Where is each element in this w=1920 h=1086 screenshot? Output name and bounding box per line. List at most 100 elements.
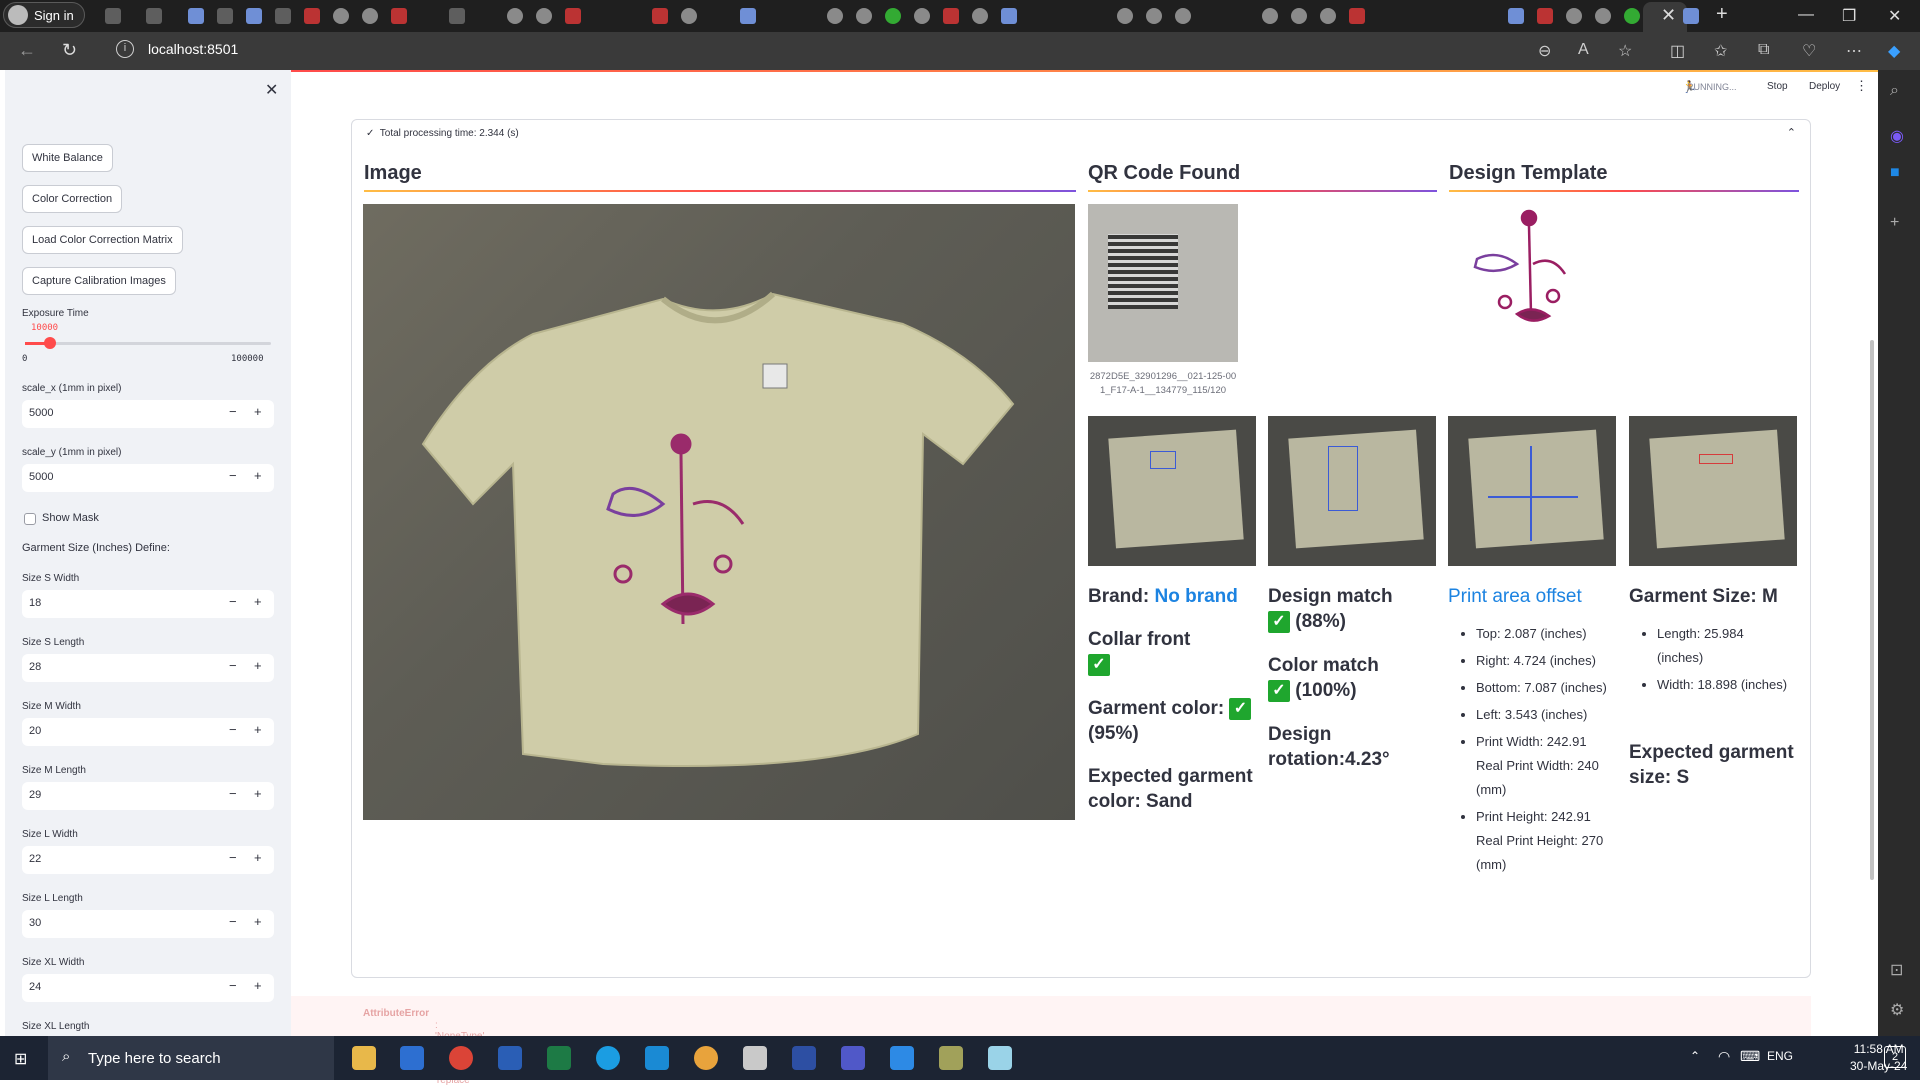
decrement-icon[interactable]: − xyxy=(229,914,237,929)
main-menu-icon[interactable]: ⋮ xyxy=(1855,78,1868,94)
add-sidebar-icon[interactable]: + xyxy=(1890,214,1908,232)
minimize-icon[interactable]: — xyxy=(1798,6,1814,24)
tab-icon[interactable] xyxy=(565,8,581,24)
browser-essentials-icon[interactable]: ♡ xyxy=(1802,41,1816,61)
app-icon[interactable] xyxy=(743,1046,767,1070)
favorite-star-icon[interactable]: ☆ xyxy=(1618,41,1632,61)
tab-icon[interactable] xyxy=(1175,8,1191,24)
app-icon[interactable] xyxy=(498,1046,522,1070)
tab-icon[interactable] xyxy=(1508,8,1524,24)
white-balance-button[interactable]: White Balance xyxy=(22,144,113,172)
sidebar-settings-icon[interactable]: ⚙ xyxy=(1890,1000,1908,1019)
tab-icon[interactable] xyxy=(275,8,291,24)
tab-icon[interactable] xyxy=(972,8,988,24)
windows-start-icon[interactable]: ⊞ xyxy=(14,1049,27,1069)
file-explorer-icon[interactable] xyxy=(352,1046,376,1070)
decrement-icon[interactable]: − xyxy=(229,722,237,737)
tab-icon[interactable] xyxy=(333,8,349,24)
tab-icon[interactable] xyxy=(1146,8,1162,24)
increment-icon[interactable]: + xyxy=(254,914,262,929)
tab-icon[interactable] xyxy=(449,8,465,24)
edge-icon[interactable] xyxy=(596,1046,620,1070)
taskbar-search[interactable]: ⌕ Type here to search xyxy=(48,1036,334,1080)
tab-icon[interactable] xyxy=(1291,8,1307,24)
decrement-icon[interactable]: − xyxy=(229,404,237,419)
exposure-slider-thumb[interactable] xyxy=(43,337,56,349)
tab-icon[interactable] xyxy=(652,8,668,24)
scrollbar[interactable] xyxy=(1870,340,1874,880)
tab-icon[interactable] xyxy=(1262,8,1278,24)
chevron-up-icon[interactable]: ⌃ xyxy=(1690,1049,1700,1063)
tab-icon[interactable] xyxy=(1537,8,1553,24)
tab-icon[interactable] xyxy=(1117,8,1133,24)
active-tab[interactable]: ✕ xyxy=(1643,2,1687,32)
restore-icon[interactable]: ❐ xyxy=(1842,6,1856,26)
stop-button[interactable]: Stop xyxy=(1767,81,1788,92)
tab-icon[interactable] xyxy=(246,8,262,24)
refresh-icon[interactable]: ↻ xyxy=(62,40,77,61)
increment-icon[interactable]: + xyxy=(254,404,262,419)
app-icon[interactable] xyxy=(890,1046,914,1070)
decrement-icon[interactable]: − xyxy=(229,978,237,993)
sign-in-button[interactable]: Sign in xyxy=(3,2,85,28)
tab-icon[interactable] xyxy=(188,8,204,24)
tab-icon[interactable] xyxy=(856,8,872,24)
app-icon[interactable] xyxy=(988,1046,1012,1070)
store-icon[interactable] xyxy=(400,1046,424,1070)
back-icon[interactable]: ← xyxy=(18,40,36,61)
read-aloud-icon[interactable]: A xyxy=(1578,41,1589,59)
split-screen-icon[interactable]: ◫ xyxy=(1670,41,1685,61)
capture-calibration-images-button[interactable]: Capture Calibration Images xyxy=(22,267,176,295)
increment-icon[interactable]: + xyxy=(254,722,262,737)
tab-icon[interactable] xyxy=(914,8,930,24)
tab-icon[interactable] xyxy=(885,8,901,24)
tab-icon[interactable] xyxy=(1566,8,1582,24)
vscode-icon[interactable] xyxy=(645,1046,669,1070)
decrement-icon[interactable]: − xyxy=(229,468,237,483)
url-field[interactable]: localhost:8501 xyxy=(148,41,238,57)
decrement-icon[interactable]: − xyxy=(229,786,237,801)
settings-more-icon[interactable]: ⋯ xyxy=(1846,41,1862,61)
tab-icon[interactable] xyxy=(740,8,756,24)
show-mask-checkbox[interactable] xyxy=(24,513,36,525)
workspaces-icon[interactable] xyxy=(105,8,121,24)
tab-actions-icon[interactable] xyxy=(146,8,162,24)
increment-icon[interactable]: + xyxy=(254,786,262,801)
increment-icon[interactable]: + xyxy=(254,594,262,609)
close-sidebar-icon[interactable]: ✕ xyxy=(265,80,278,100)
color-correction-button[interactable]: Color Correction xyxy=(22,185,123,213)
close-tab-icon[interactable]: ✕ xyxy=(1661,5,1676,26)
size-s-width-input[interactable]: 18 − + xyxy=(22,590,274,618)
decrement-icon[interactable]: − xyxy=(229,658,237,673)
size-s-length-input[interactable]: 28 − + xyxy=(22,654,274,682)
size-l-width-input[interactable]: 22 − + xyxy=(22,846,274,874)
search-icon[interactable]: ⌕ xyxy=(1890,82,1908,100)
size-l-length-input[interactable]: 30 − + xyxy=(22,910,274,938)
deploy-button[interactable]: Deploy xyxy=(1809,81,1840,92)
collections-icon[interactable]: ⧉ xyxy=(1758,41,1769,59)
tab-icon[interactable] xyxy=(1320,8,1336,24)
increment-icon[interactable]: + xyxy=(254,850,262,865)
size-xl-width-input[interactable]: 24 − + xyxy=(22,974,274,1002)
site-info-icon[interactable]: i xyxy=(116,40,134,58)
tab-icon[interactable] xyxy=(362,8,378,24)
size-m-width-input[interactable]: 20 − + xyxy=(22,718,274,746)
scale-x-input[interactable]: 5000 − + xyxy=(22,400,274,428)
excel-icon[interactable] xyxy=(547,1046,571,1070)
exposure-slider-track[interactable] xyxy=(25,342,271,345)
copilot-sidebar-icon[interactable]: ◉ xyxy=(1890,126,1908,145)
tab-icon[interactable] xyxy=(681,8,697,24)
favorites-icon[interactable]: ✩ xyxy=(1714,41,1727,61)
scale-y-input[interactable]: 5000 − + xyxy=(22,464,274,492)
increment-icon[interactable]: + xyxy=(254,468,262,483)
app-icon[interactable] xyxy=(939,1046,963,1070)
home-assistant-icon[interactable] xyxy=(694,1046,718,1070)
tab-icon[interactable] xyxy=(391,8,407,24)
app-icon[interactable] xyxy=(792,1046,816,1070)
tab-icon[interactable] xyxy=(827,8,843,24)
copilot-icon[interactable]: ◆ xyxy=(1888,41,1900,61)
tab-icon[interactable] xyxy=(943,8,959,24)
chrome-icon[interactable] xyxy=(449,1046,473,1070)
language-indicator[interactable]: ENG xyxy=(1767,1049,1793,1063)
tab-icon[interactable] xyxy=(507,8,523,24)
